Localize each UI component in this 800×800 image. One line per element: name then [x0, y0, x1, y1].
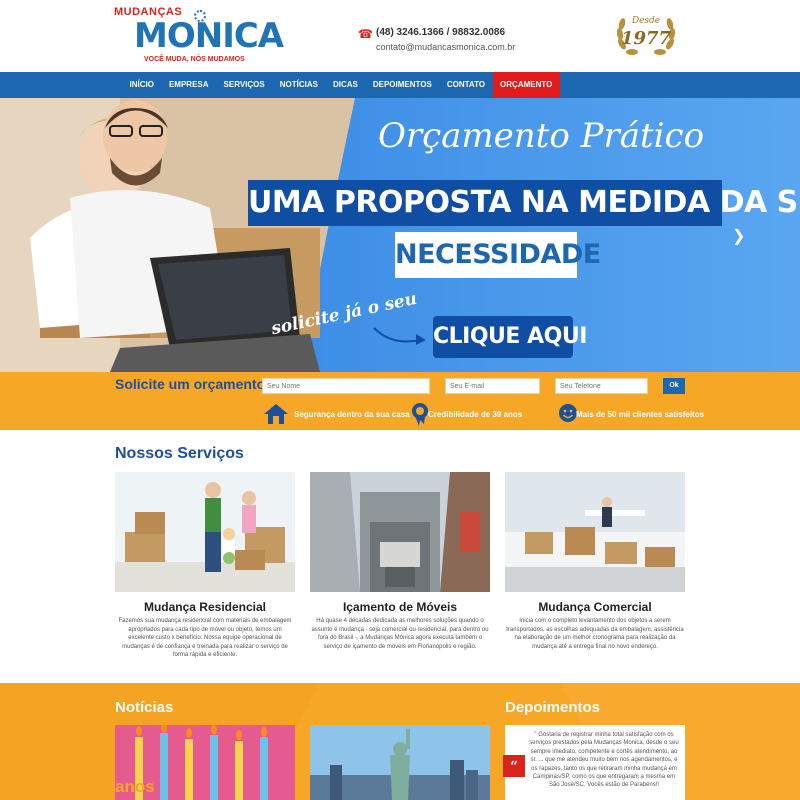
nav-items: INÍCIO EMPRESA SERVIÇOS NOTÍCIAS DICAS D…	[122, 72, 560, 98]
service-icamento-desc: Há quase 4 décadas dedicada as melhores …	[311, 618, 489, 650]
news-item-2-image	[310, 725, 490, 800]
curved-arrow-icon	[373, 327, 426, 345]
quote-bar: Solicite um orçamento Ok Segurança dentr…	[0, 372, 800, 430]
header-email[interactable]: contato@mudancasmonica.com.br	[376, 42, 515, 52]
nav-item-dicas[interactable]: DICAS	[325, 72, 365, 98]
badge-year: 1977	[620, 28, 672, 49]
nav-item-servicos[interactable]: SERVIÇOS	[216, 72, 272, 98]
logo-tagline: VOCÊ MUDA, NÓS MUDAMOS	[144, 56, 245, 63]
hero-cta-label: CLIQUE AQUI	[433, 324, 587, 349]
nav-item-depoimentos[interactable]: DEPOIMENTOS	[365, 72, 439, 98]
nav-item-orcamento[interactable]: ORÇAMENTO	[492, 72, 560, 98]
service-residencial-image	[115, 472, 295, 592]
header-phone[interactable]: (48) 3246.1366 / 98832.0086	[376, 27, 505, 38]
testimonial-text: " Gostaria de registrar minha total sati…	[529, 732, 679, 789]
badge-desde: Desde	[631, 16, 661, 26]
site-logo[interactable]: MUDANÇAS MONICA VOCÊ MUDA, NÓS MUDAMOS	[114, 6, 284, 66]
nav-item-empresa[interactable]: EMPRESA	[161, 72, 216, 98]
site-header: MUDANÇAS MONICA VOCÊ MUDA, NÓS MUDAMOS ☎…	[0, 0, 800, 72]
quote-mark-icon: “	[503, 755, 525, 777]
feature-security: Segurança dentro da sua casa	[262, 402, 410, 426]
hero-cta-button[interactable]: CLIQUE AQUI	[433, 316, 587, 358]
hero-title: Orçamento Prático	[377, 116, 705, 156]
hero-banner[interactable]: ❮ ❯ Orçamento Prático UMA PROPOSTA NA ME…	[0, 98, 800, 372]
main-nav: INÍCIO EMPRESA SERVIÇOS NOTÍCIAS DICAS D…	[0, 72, 800, 98]
hero-headline-band-2: NECESSIDADE	[395, 232, 601, 278]
quote-title: Solicite um orçamento	[115, 376, 266, 392]
news-item-1[interactable]: anos	[115, 725, 295, 800]
service-card-icamento[interactable]: Içamento de Móveis Há quase 4 décadas de…	[310, 472, 490, 672]
carousel-prev-icon[interactable]: ❮	[56, 228, 69, 246]
page: MUDANÇAS MONICA VOCÊ MUDA, NÓS MUDAMOS ☎…	[0, 0, 800, 800]
quote-phone-input[interactable]	[555, 378, 648, 394]
service-card-comercial[interactable]: Mudança Comercial Inicia com o completo …	[505, 472, 685, 672]
feature-security-text: Segurança dentro da sua casa	[294, 410, 410, 419]
news-testimonials-section: Notícias anos Depoimentos “ " Gostaria d…	[0, 683, 800, 800]
hero-headline-band: UMA PROPOSTA NA MEDIDA DA SUA	[248, 180, 800, 226]
nav-item-noticias[interactable]: NOTÍCIAS	[272, 72, 325, 98]
phone-icon: ☎	[358, 27, 373, 41]
feature-clients-text: Mais de 50 mil clientes satisfeitos	[576, 410, 705, 419]
service-residencial-desc: Fazemos sua mudança residencial com mate…	[118, 618, 292, 659]
services-title: Nossos Serviços	[115, 445, 244, 462]
service-icamento-title: Içamento de Móveis	[342, 600, 458, 614]
news-item-1-text: anos	[115, 777, 155, 796]
service-residencial-title: Mudança Residencial	[143, 600, 267, 614]
nav-item-inicio[interactable]: INÍCIO	[122, 72, 161, 98]
service-card-residencial[interactable]: Mudança Residencial Fazemos sua mudança …	[115, 472, 295, 672]
quote-name-input[interactable]	[262, 378, 430, 394]
since-badge: Desde 1977	[612, 12, 680, 58]
hero-headline-line1: UMA PROPOSTA NA MEDIDA DA SUA	[248, 185, 800, 220]
testimonials-title: Depoimentos	[505, 699, 601, 716]
news-title: Notícias	[115, 699, 174, 716]
feature-credibility-text: Credibilidade de 39 anos	[428, 410, 523, 419]
quote-submit-button[interactable]: Ok	[663, 378, 685, 394]
news-item-2[interactable]	[310, 725, 490, 800]
feature-clients: Mais de 50 mil clientes satisfeitos	[554, 402, 704, 426]
testimonial-card: “ " Gostaria de registrar minha total sa…	[503, 725, 685, 800]
service-comercial-image	[505, 472, 685, 592]
house-icon	[264, 404, 288, 424]
carousel-next-icon[interactable]: ❯	[732, 228, 745, 246]
logo-main-text: MONICA	[134, 16, 284, 56]
feature-credibility: Credibilidade de 39 anos	[406, 402, 546, 426]
hero-headline-line2: NECESSIDADE	[395, 239, 601, 270]
nav-item-contato[interactable]: CONTATO	[439, 72, 492, 98]
quote-email-input[interactable]	[445, 378, 540, 394]
service-comercial-desc: Inicia com o completo levantamento dos o…	[506, 618, 684, 650]
service-icamento-image	[310, 472, 490, 592]
service-comercial-title: Mudança Comercial	[538, 600, 652, 614]
